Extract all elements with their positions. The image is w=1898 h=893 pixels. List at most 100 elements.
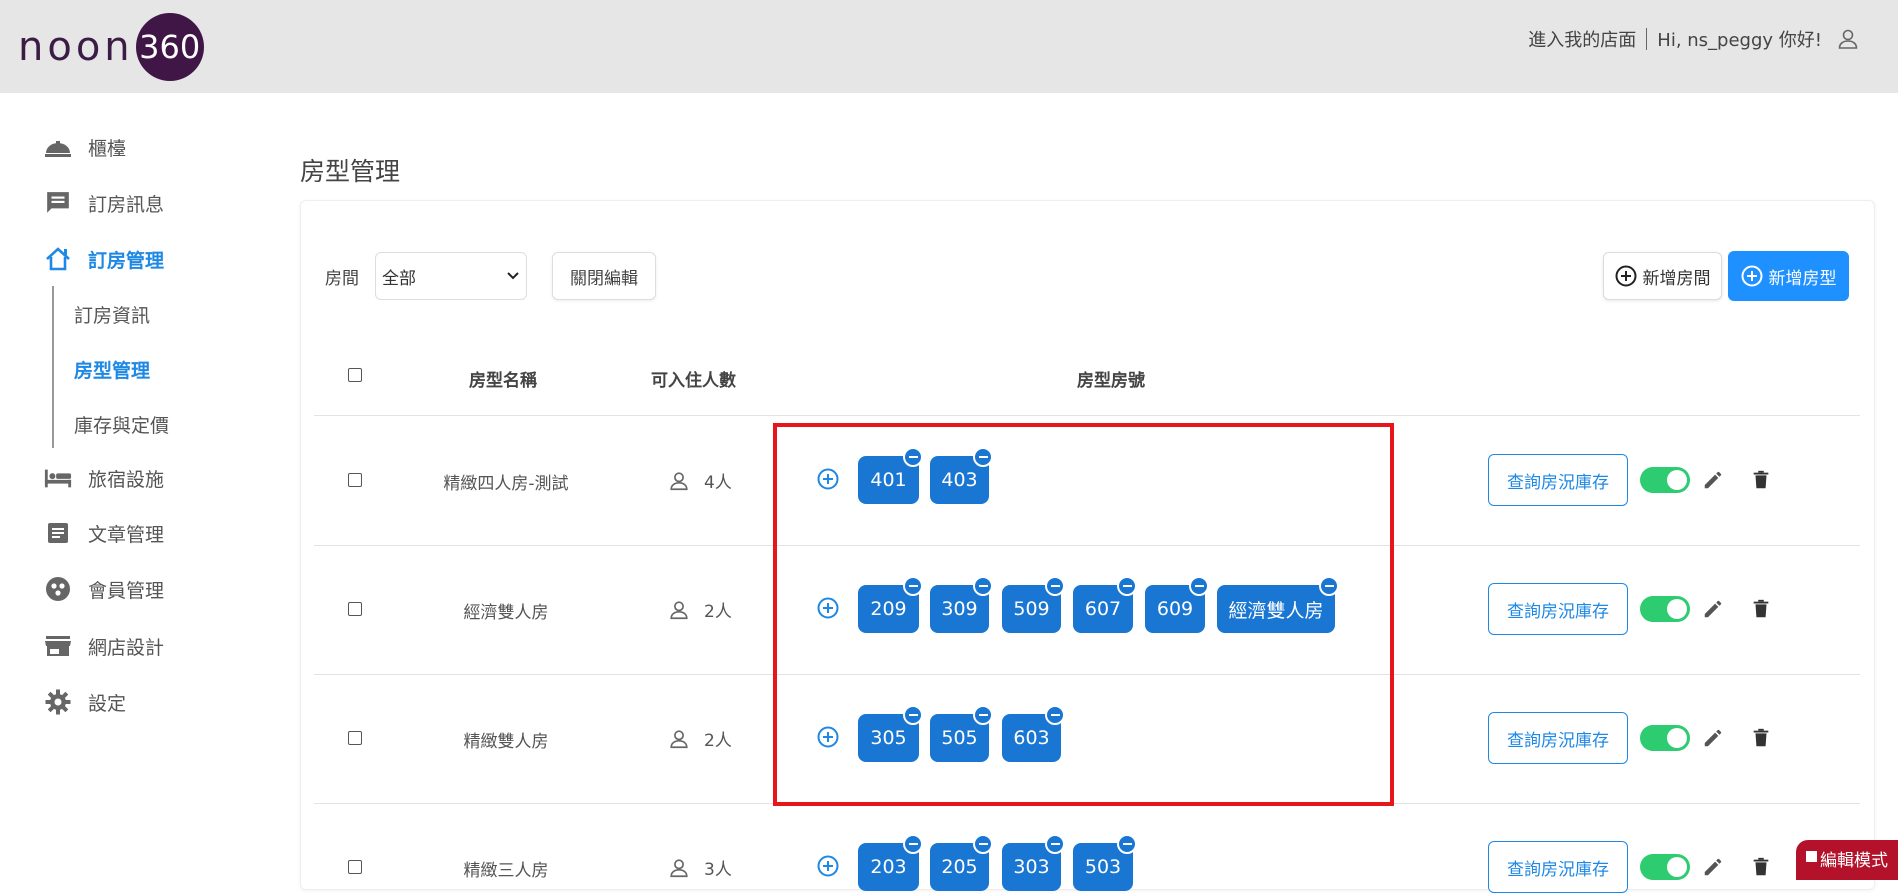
add-room-button[interactable]: 新增房間 bbox=[1603, 252, 1722, 300]
sidebar-item-label: 櫃檯 bbox=[88, 137, 127, 160]
store-icon bbox=[44, 632, 72, 660]
edit-icon[interactable] bbox=[1702, 856, 1724, 878]
sidebar-item-label: 訂房訊息 bbox=[88, 193, 165, 216]
inventory-button[interactable]: 查詢房況庫存 bbox=[1488, 712, 1628, 764]
sidebar-item-articles[interactable]: 文章管理 bbox=[44, 517, 164, 549]
room-number: 203 bbox=[870, 856, 907, 878]
add-room-type-button[interactable]: 新增房型 bbox=[1728, 251, 1849, 301]
column-header-capacity: 可入住人數 bbox=[651, 371, 736, 391]
sidebar-item-label: 旅宿設施 bbox=[88, 468, 165, 491]
room-number: 303 bbox=[1013, 856, 1050, 878]
person-icon bbox=[670, 729, 688, 748]
brand-logo[interactable]: noon 360 bbox=[18, 12, 204, 82]
sidebar-item-members[interactable]: 會員管理 bbox=[44, 573, 164, 605]
add-room-number-icon[interactable] bbox=[817, 855, 839, 877]
message-icon bbox=[44, 189, 72, 217]
room-type-name: 精緻四人房-測試 bbox=[443, 474, 569, 494]
room-number-chip[interactable]: 303 bbox=[1002, 834, 1065, 891]
trash-icon[interactable] bbox=[1750, 598, 1772, 620]
article-icon bbox=[44, 519, 72, 547]
edit-icon[interactable] bbox=[1702, 727, 1724, 749]
row-checkbox[interactable] bbox=[348, 473, 362, 487]
sidebar-item-booking-management[interactable]: 訂房管理 bbox=[44, 243, 164, 275]
logo-badge: 360 bbox=[135, 13, 204, 81]
edit-icon[interactable] bbox=[1702, 598, 1724, 620]
remove-room-icon[interactable] bbox=[1117, 834, 1137, 854]
row-checkbox[interactable] bbox=[348, 731, 362, 745]
plus-circle-icon bbox=[1615, 265, 1636, 287]
person-icon bbox=[670, 858, 688, 877]
remove-room-icon[interactable] bbox=[1045, 834, 1065, 854]
column-header-rooms: 房型房號 bbox=[1077, 371, 1145, 391]
add-room-label: 新增房間 bbox=[1642, 268, 1711, 289]
home-icon bbox=[44, 245, 72, 273]
room-number-chip[interactable]: 205 bbox=[930, 834, 993, 891]
inventory-button[interactable]: 查詢房況庫存 bbox=[1488, 454, 1628, 506]
logo-text: noon bbox=[18, 24, 134, 70]
greeting-text: Hi, ns_peggy 你好! bbox=[1657, 30, 1822, 51]
person-icon bbox=[670, 471, 688, 490]
gear-icon bbox=[44, 688, 72, 716]
row-checkbox[interactable] bbox=[348, 602, 362, 616]
room-type-name: 經濟雙人房 bbox=[463, 603, 549, 623]
sidebar-item-booking-messages[interactable]: 訂房訊息 bbox=[44, 187, 164, 219]
enable-toggle[interactable] bbox=[1640, 467, 1690, 493]
members-icon bbox=[44, 575, 72, 603]
capacity-value: 4人 bbox=[704, 473, 732, 493]
room-filter-label: 房間 bbox=[325, 269, 359, 289]
sidebar-item-label: 設定 bbox=[88, 692, 127, 715]
sidebar-item-counter[interactable]: 櫃檯 bbox=[44, 131, 126, 163]
highlight-box bbox=[773, 423, 1394, 806]
close-edit-button[interactable]: 關閉編輯 bbox=[552, 252, 656, 300]
edit-mode-badge[interactable]: 編輯模式 bbox=[1796, 840, 1898, 880]
trash-icon[interactable] bbox=[1750, 727, 1772, 749]
room-number: 503 bbox=[1084, 856, 1122, 878]
capacity-value: 3人 bbox=[704, 860, 732, 880]
room-number-chip[interactable]: 203 bbox=[858, 834, 923, 891]
room-number: 205 bbox=[941, 856, 978, 878]
trash-icon[interactable] bbox=[1750, 469, 1772, 491]
remove-room-icon[interactable] bbox=[973, 834, 993, 854]
add-room-type-label: 新增房型 bbox=[1768, 268, 1837, 289]
room-filter-value: 全部 bbox=[382, 268, 416, 289]
column-header-name: 房型名稱 bbox=[469, 371, 537, 391]
trash-icon[interactable] bbox=[1750, 856, 1772, 878]
room-type-name: 精緻雙人房 bbox=[463, 732, 549, 752]
header-divider bbox=[1646, 28, 1648, 50]
remove-room-icon[interactable] bbox=[903, 834, 923, 854]
enable-toggle[interactable] bbox=[1640, 854, 1690, 880]
edit-icon[interactable] bbox=[1702, 469, 1724, 491]
top-header: noon 360 進入我的店面 Hi, ns_peggy 你好! bbox=[0, 0, 1898, 93]
sidebar: 櫃檯 訂房訊息 訂房管理 訂房資訊 房型管理 庫存與定價 旅宿設施 文章管理 會… bbox=[0, 93, 260, 872]
sidebar-subitem-room-types[interactable]: 房型管理 bbox=[74, 356, 150, 383]
edit-mode-label: 編輯模式 bbox=[1820, 851, 1888, 871]
subnav-line bbox=[52, 286, 54, 448]
person-icon bbox=[670, 600, 688, 619]
inventory-button[interactable]: 查詢房況庫存 bbox=[1488, 583, 1628, 635]
select-all-checkbox[interactable] bbox=[348, 368, 362, 382]
sidebar-item-label: 文章管理 bbox=[88, 523, 165, 546]
sidebar-item-facilities[interactable]: 旅宿設施 bbox=[44, 462, 164, 494]
capacity-cell: 2人 bbox=[668, 597, 732, 622]
room-filter-select[interactable]: 全部 bbox=[375, 252, 527, 300]
chevron-down-icon bbox=[507, 272, 519, 280]
sidebar-item-label: 網店設計 bbox=[88, 636, 165, 659]
bell-icon bbox=[44, 133, 72, 161]
sidebar-subitem-booking-info[interactable]: 訂房資訊 bbox=[74, 301, 150, 328]
enable-toggle[interactable] bbox=[1640, 725, 1690, 751]
capacity-value: 2人 bbox=[704, 602, 732, 622]
capacity-cell: 3人 bbox=[668, 855, 732, 880]
sidebar-item-store-design[interactable]: 網店設計 bbox=[44, 630, 164, 662]
plus-circle-icon bbox=[1741, 265, 1762, 287]
sidebar-subitem-inventory-pricing[interactable]: 庫存與定價 bbox=[74, 411, 169, 438]
enable-toggle[interactable] bbox=[1640, 596, 1690, 622]
store-link[interactable]: 進入我的店面 bbox=[1528, 26, 1636, 52]
bed-icon bbox=[44, 464, 72, 492]
user-icon[interactable] bbox=[1836, 27, 1860, 51]
inventory-button[interactable]: 查詢房況庫存 bbox=[1488, 841, 1628, 893]
room-number-chip[interactable]: 503 bbox=[1073, 834, 1137, 891]
page-title: 房型管理 bbox=[300, 157, 401, 186]
sidebar-item-settings[interactable]: 設定 bbox=[44, 686, 126, 718]
room-type-name: 精緻三人房 bbox=[463, 861, 549, 881]
row-divider bbox=[314, 415, 1860, 416]
